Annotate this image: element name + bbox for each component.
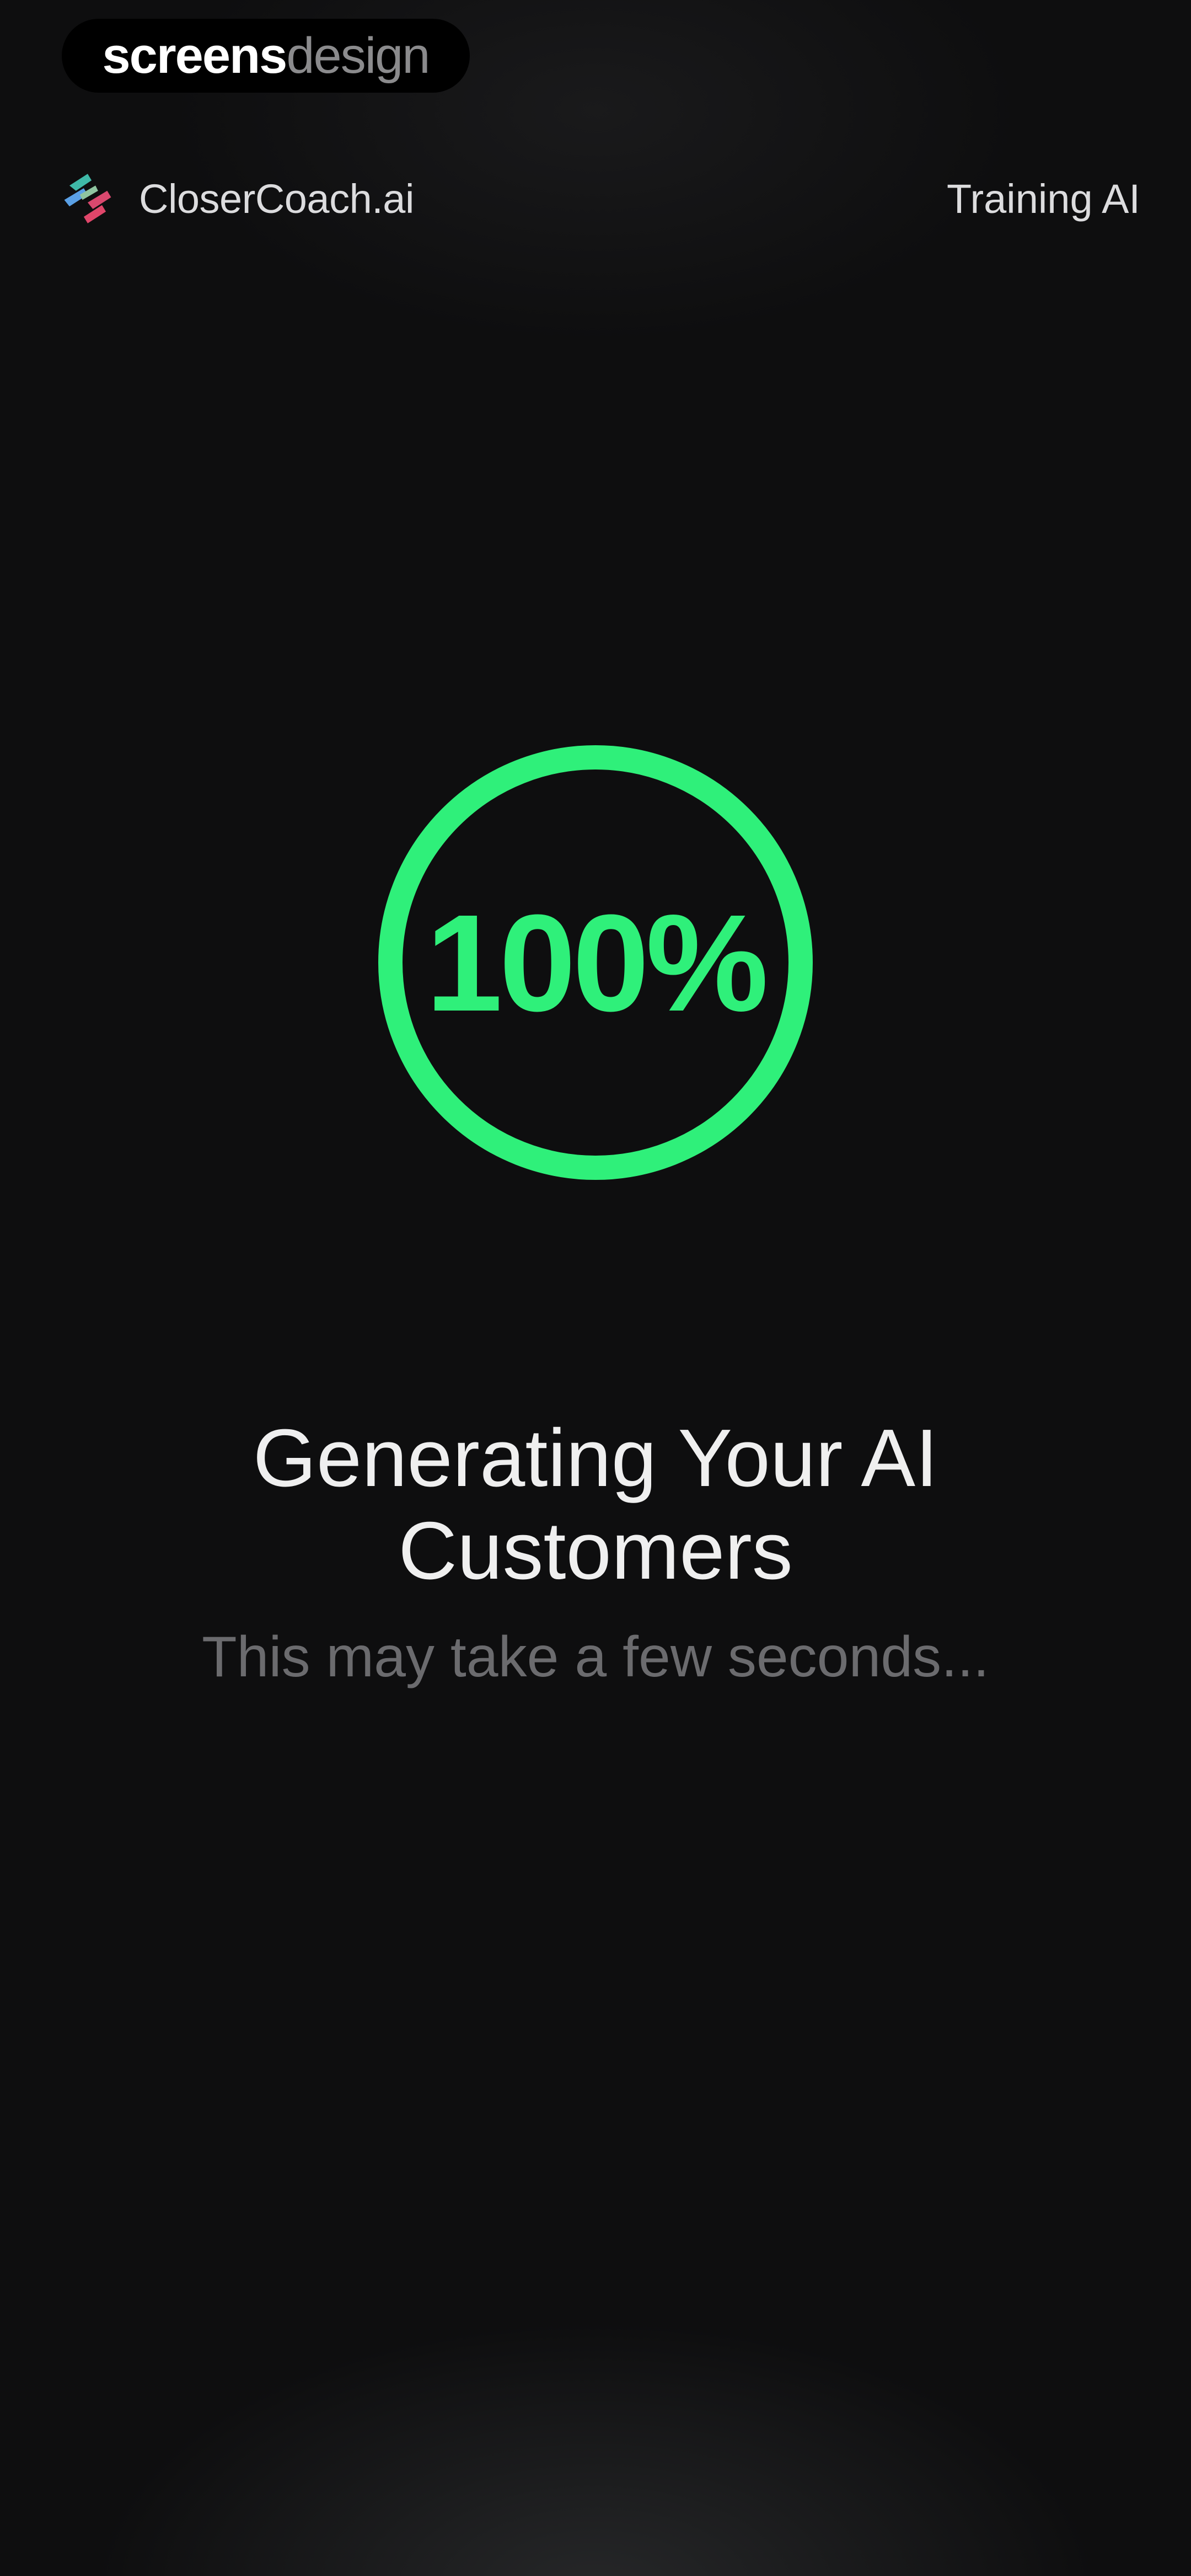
- status-subtitle: This may take a few seconds...: [202, 1625, 989, 1689]
- brand-name: CloserCoach.ai: [139, 175, 414, 222]
- progress-percent: 100%: [426, 885, 768, 1040]
- watermark-light: design: [286, 27, 430, 84]
- watermark-bold: screens: [102, 27, 288, 84]
- closercoach-logo-icon: [64, 174, 111, 223]
- training-ai-link[interactable]: Training AI: [947, 175, 1140, 222]
- status-title: Generating Your AI Customers: [253, 1413, 938, 1596]
- progress-ring: 100%: [372, 739, 819, 1186]
- background: [0, 0, 1191, 2576]
- top-header: CloserCoach.ai Training AI: [55, 154, 1140, 243]
- screensdesign-watermark: screens design: [62, 19, 470, 93]
- brand[interactable]: CloserCoach.ai: [55, 166, 414, 231]
